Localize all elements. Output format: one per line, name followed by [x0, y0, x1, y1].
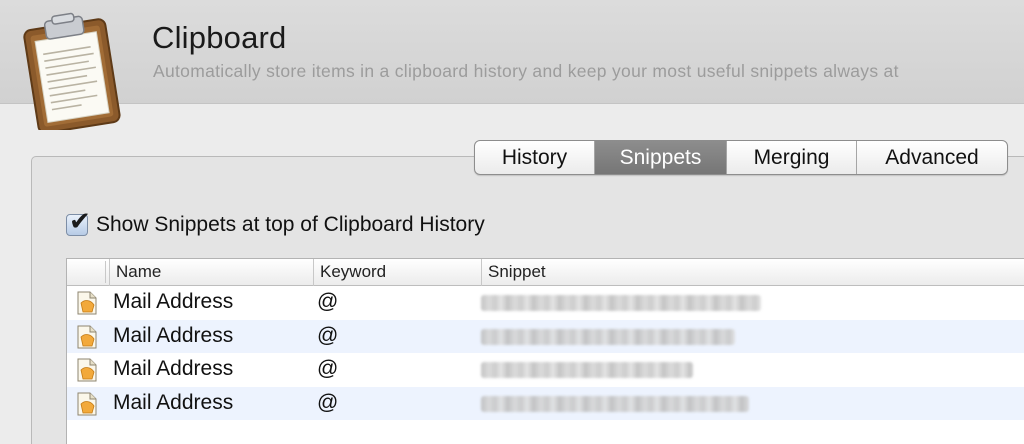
table-row[interactable]: Mail Address @	[67, 286, 1024, 320]
snippet-document-icon	[77, 358, 97, 382]
cell-snippet-redacted	[481, 295, 761, 311]
cell-name: Mail Address	[113, 290, 234, 313]
cell-snippet-redacted	[481, 362, 693, 378]
cell-keyword: @	[317, 323, 339, 347]
table-row[interactable]: Mail Address @	[67, 319, 1024, 353]
page-title: Clipboard	[152, 20, 287, 55]
page-subtitle: Automatically store items in a clipboard…	[153, 61, 899, 81]
checkmark-icon: ✔	[69, 207, 91, 237]
cell-keyword: @	[317, 390, 339, 414]
clipboard-icon	[23, 12, 121, 130]
tab-snippets[interactable]: Snippets	[595, 141, 727, 174]
cell-keyword: @	[317, 290, 339, 313]
tab-history[interactable]: History	[475, 141, 595, 174]
table-row[interactable]: Mail Address @	[67, 386, 1024, 420]
tab-bar: History Snippets Merging Advanced	[474, 140, 1008, 175]
cell-name: Mail Address	[113, 390, 234, 414]
snippet-document-icon	[77, 325, 97, 348]
cell-name: Mail Address	[113, 323, 234, 347]
table-header: Name Keyword Snippet	[67, 259, 1024, 286]
cell-snippet-redacted	[481, 395, 749, 412]
tab-advanced[interactable]: Advanced	[857, 141, 1007, 174]
cell-keyword: @	[317, 357, 339, 380]
icon-column-divider	[105, 261, 106, 283]
snippet-document-icon	[77, 291, 97, 315]
tab-merging[interactable]: Merging	[727, 141, 857, 174]
show-snippets-label[interactable]: Show Snippets at top of Clipboard Histor…	[96, 213, 485, 237]
cell-name: Mail Address	[113, 357, 234, 380]
show-snippets-option: ✔ Show Snippets at top of Clipboard Hist…	[66, 209, 485, 237]
snippets-table: Name Keyword Snippet Mail Address @ Mail…	[66, 258, 1024, 444]
cell-snippet-redacted	[481, 328, 735, 345]
preferences-header: Clipboard Automatically store items in a…	[0, 0, 1024, 130]
column-header-name[interactable]: Name	[109, 259, 161, 286]
column-header-keyword[interactable]: Keyword	[313, 259, 386, 286]
table-row[interactable]: Mail Address @	[67, 353, 1024, 387]
column-header-snippet[interactable]: Snippet	[481, 259, 546, 286]
show-snippets-checkbox[interactable]: ✔	[66, 209, 91, 236]
snippet-document-icon	[77, 392, 97, 415]
